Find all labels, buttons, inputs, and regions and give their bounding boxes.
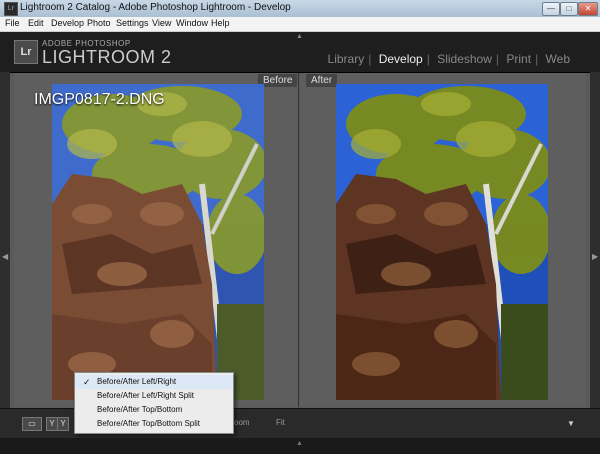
menu-item-label: Before/After Top/Bottom	[97, 405, 183, 414]
menu-item-label: Before/After Left/Right	[97, 377, 177, 386]
zoom-fit-label[interactable]: Fit	[276, 418, 285, 427]
menu-window[interactable]: Window	[176, 18, 208, 28]
left-panel-toggle[interactable]: ◀	[0, 72, 10, 408]
maximize-button[interactable]: □	[560, 2, 578, 16]
module-separator: |	[368, 52, 372, 66]
brand-title: LIGHTROOM 2	[42, 47, 172, 67]
after-label: After	[306, 74, 338, 87]
title-bar: Lr Lightroom 2 Catalog - Adobe Photoshop…	[0, 0, 600, 18]
window-title: Lightroom 2 Catalog - Adobe Photoshop Li…	[20, 2, 291, 13]
top-panel-toggle-icon[interactable]: ▲	[296, 33, 303, 40]
app-window: Lr Lightroom 2 Catalog - Adobe Photoshop…	[0, 0, 600, 454]
close-button[interactable]: ✕	[578, 2, 598, 16]
menu-item-left-right[interactable]: ✓ Before/After Left/Right	[75, 375, 233, 389]
module-slideshow[interactable]: Slideshow	[437, 52, 492, 66]
module-separator: |	[535, 52, 539, 66]
before-photo-image	[52, 84, 264, 400]
menu-item-top-bottom-split[interactable]: Before/After Top/Bottom Split	[75, 417, 233, 431]
checkmark-icon: ✓	[83, 377, 91, 387]
minimize-button[interactable]: —	[542, 2, 560, 16]
menu-file[interactable]: File	[5, 18, 20, 28]
menu-settings[interactable]: Settings	[116, 18, 149, 28]
left-arrow-icon: ◀	[2, 252, 9, 261]
filmstrip-bar: ▲	[0, 438, 600, 454]
lightroom-logo: Lr	[14, 40, 38, 64]
toolbar-options-icon[interactable]: ▼	[567, 419, 575, 428]
menu-develop[interactable]: Develop	[51, 18, 84, 28]
right-panel-toggle[interactable]: ▶	[590, 72, 600, 408]
menu-view[interactable]: View	[152, 18, 171, 28]
module-picker: Library | Develop | Slideshow | Print | Web	[326, 52, 572, 66]
after-photo-image	[336, 84, 548, 400]
after-photo[interactable]	[336, 84, 548, 400]
menu-item-label: Before/After Left/Right Split	[97, 391, 194, 400]
menu-photo[interactable]: Photo	[87, 18, 111, 28]
menu-edit[interactable]: Edit	[28, 18, 44, 28]
before-photo[interactable]	[52, 84, 264, 400]
menu-bar: File Edit Develop Photo Settings View Wi…	[0, 17, 600, 32]
module-separator: |	[495, 52, 500, 66]
module-develop[interactable]: Develop	[379, 52, 423, 66]
lightroom-app-icon: Lr	[4, 2, 18, 16]
module-print[interactable]: Print	[506, 52, 531, 66]
menu-item-label: Before/After Top/Bottom Split	[97, 419, 201, 428]
photo-filename: IMGP0817-2.DNG	[34, 91, 165, 108]
menu-item-left-right-split[interactable]: Before/After Left/Right Split	[75, 389, 233, 403]
module-library[interactable]: Library	[328, 52, 365, 66]
loupe-view-button[interactable]: ▭	[22, 417, 42, 431]
menu-help[interactable]: Help	[211, 18, 230, 28]
filmstrip-toggle-icon[interactable]: ▲	[296, 440, 303, 447]
module-web[interactable]: Web	[546, 52, 570, 66]
zoom-label: oom	[234, 418, 250, 427]
before-after-view-button-alt[interactable]: Y	[57, 417, 69, 431]
before-after-menu: ✓ Before/After Left/Right Before/After L…	[74, 372, 234, 434]
right-arrow-icon: ▶	[592, 252, 599, 261]
module-separator: |	[426, 52, 430, 66]
menu-item-top-bottom[interactable]: Before/After Top/Bottom	[75, 403, 233, 417]
